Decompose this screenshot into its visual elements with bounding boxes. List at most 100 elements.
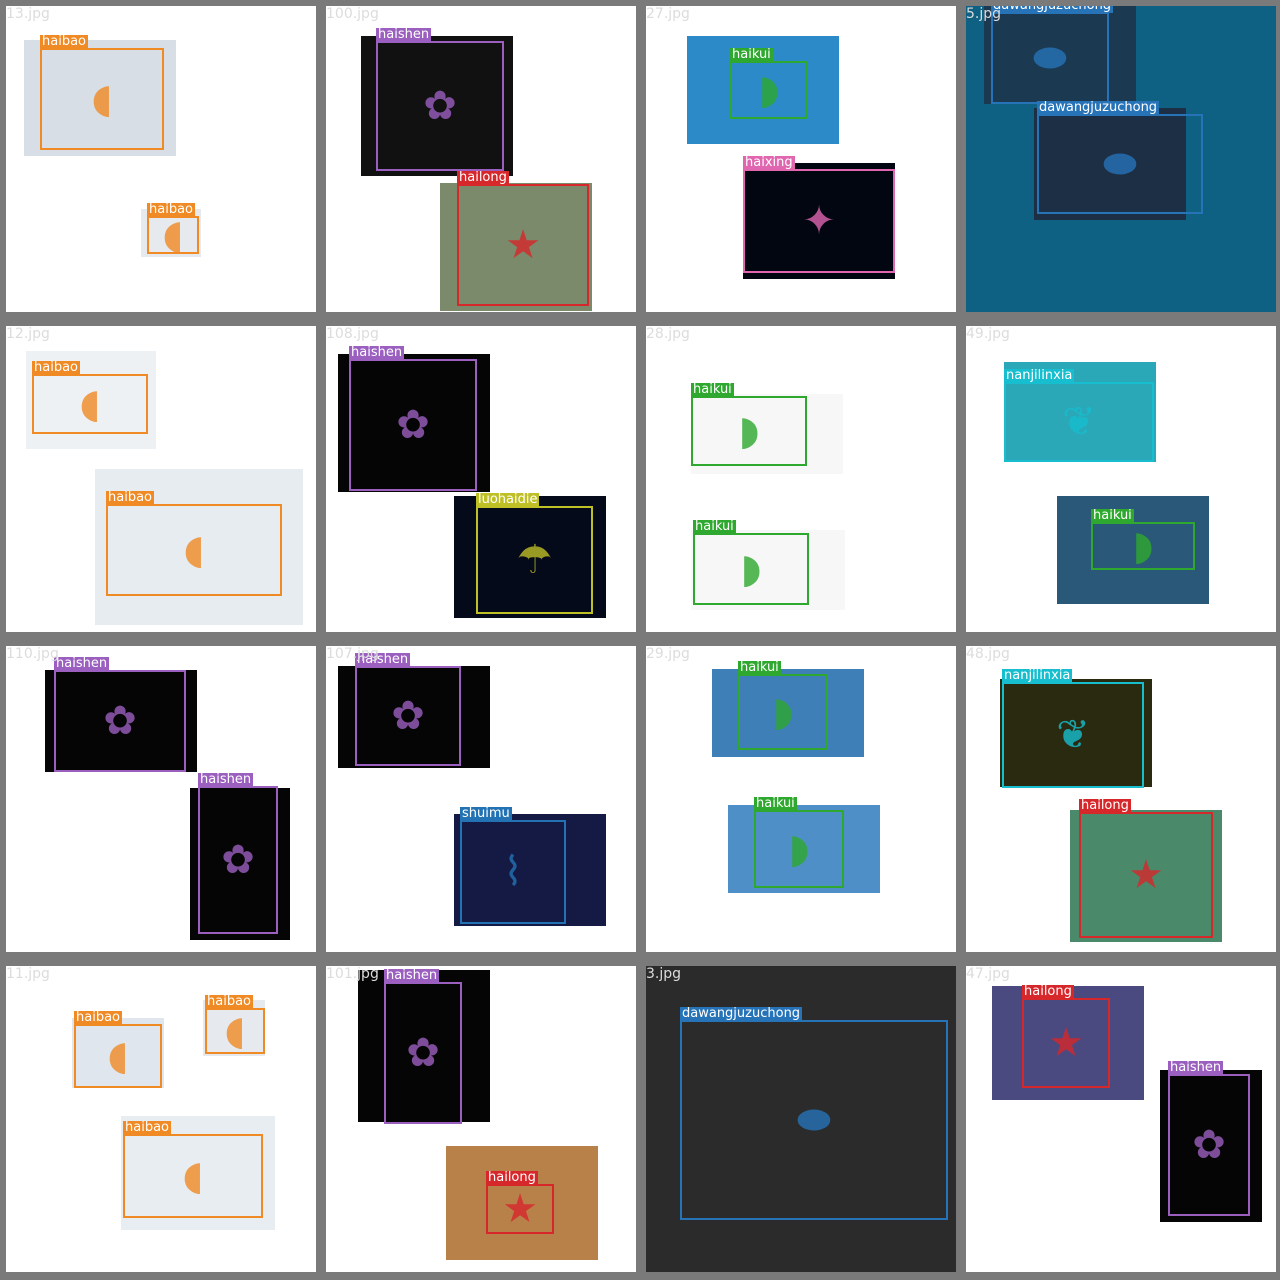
mosaic-tile: 13.jpg ◖ haibao ◖ haibao xyxy=(6,6,316,312)
class-label: hailong xyxy=(457,170,509,185)
class-label: haikui xyxy=(1091,508,1134,523)
bounding-box: ⌇ shuimu xyxy=(460,807,566,924)
tile-filename: 48.jpg xyxy=(966,646,1010,662)
class-label: hailong xyxy=(1022,984,1074,999)
class-label: haikui xyxy=(693,519,736,534)
mosaic-tile: 100.jpg ✿ haishen ★ hailong xyxy=(326,6,636,312)
bounding-box: ☂ luohaidie xyxy=(476,493,593,614)
mosaic-tile: 27.jpg ◗ haikui ✦ haixing xyxy=(646,6,956,312)
tile-filename: 107.jpg xyxy=(326,646,379,662)
bounding-box: ✿ haishen xyxy=(1168,1061,1250,1216)
class-label: luohaidie xyxy=(476,492,540,507)
bounding-box: ◖ haibao xyxy=(123,1121,263,1218)
bounding-box: ✿ haishen xyxy=(349,346,477,491)
haishen-icon: ✿ xyxy=(103,698,137,744)
bounding-box: ◗ haikui xyxy=(730,48,808,119)
class-label: haibao xyxy=(40,34,88,49)
class-label: haishen xyxy=(384,968,440,983)
class-label: haikui xyxy=(691,382,734,397)
mosaic-tile: 28.jpg ◗ haikui ◗ haikui xyxy=(646,326,956,632)
hailong-icon: ★ xyxy=(1128,852,1164,898)
bounding-box: ◖ haibao xyxy=(205,995,265,1054)
haikui-icon: ◗ xyxy=(1132,523,1154,569)
mosaic-tile: 12.jpg ◖ haibao ◖ haibao xyxy=(6,326,316,632)
mosaic-tile: 101.jpg ✿ haishen ★ hailong xyxy=(326,966,636,1272)
class-label: haibao xyxy=(123,1120,171,1135)
haikui-icon: ◗ xyxy=(738,408,760,454)
class-label: haibao xyxy=(32,360,80,375)
haishen-icon: ✿ xyxy=(406,1030,440,1076)
hailong-icon: ★ xyxy=(1048,1020,1084,1066)
haishen-icon: ✿ xyxy=(1192,1122,1226,1168)
hailong-icon: ★ xyxy=(502,1186,538,1232)
class-label: dawangjuzuchong xyxy=(680,1006,803,1021)
mosaic-tile: 48.jpg ❦ nanjilinxia ★ hailong xyxy=(966,646,1276,952)
haikui-icon: ◗ xyxy=(788,826,810,872)
bounding-box: ◖ haibao xyxy=(40,35,164,150)
luohaidie-icon: ☂ xyxy=(516,537,553,583)
bounding-box: ✦ haixing xyxy=(743,156,895,273)
haibao-icon: ◖ xyxy=(182,1153,204,1199)
tile-filename: 13.jpg xyxy=(6,6,50,22)
tile-filename: 28.jpg xyxy=(646,326,690,342)
bounding-box: ◖ haibao xyxy=(106,491,282,596)
bounding-box: ◗ haikui xyxy=(1091,509,1195,570)
haibao-icon: ◖ xyxy=(224,1008,246,1054)
bounding-box: ❦ nanjilinxia xyxy=(1004,369,1154,462)
mosaic-tile: 47.jpg ★ hailong ✿ haishen xyxy=(966,966,1276,1272)
bounding-box: ◗ haikui xyxy=(754,797,844,888)
haibao-icon: ◖ xyxy=(162,212,184,258)
tile-filename: 29.jpg xyxy=(646,646,690,662)
hailong-icon: ★ xyxy=(505,222,541,268)
bounding-box: ⬬ dawangjuzuchong xyxy=(680,1007,948,1220)
class-label: haikui xyxy=(738,660,781,675)
bounding-box: ◖ haibao xyxy=(32,361,148,434)
bounding-box: ◖ haibao xyxy=(74,1011,162,1088)
bounding-box: ✿ haishen xyxy=(384,969,462,1124)
class-label: nanjilinxia xyxy=(1004,368,1075,383)
tile-filename: 47.jpg xyxy=(966,966,1010,982)
class-label: shuimu xyxy=(460,806,512,821)
bounding-box: ✿ haishen xyxy=(198,773,278,934)
bounding-box: ✿ haishen xyxy=(54,657,186,772)
haibao-icon: ◖ xyxy=(107,1033,129,1079)
haibao-icon: ◖ xyxy=(91,76,113,122)
tile-filename: 108.jpg xyxy=(326,326,379,342)
bounding-box: ◗ haikui xyxy=(691,383,807,466)
dawangjuzuchong-icon: ⬬ xyxy=(796,1097,832,1143)
class-label: haibao xyxy=(106,490,154,505)
mosaic-tile: 3.jpg ⬬ dawangjuzuchong xyxy=(646,966,956,1272)
tile-filename: 5.jpg xyxy=(966,6,1002,22)
mosaic-tile: 29.jpg ◗ haikui ◗ haikui xyxy=(646,646,956,952)
class-label: dawangjuzuchong xyxy=(1037,100,1160,115)
tile-filename: 12.jpg xyxy=(6,326,50,342)
bounding-box: ✿ haishen xyxy=(376,28,504,171)
mosaic-tile: 108.jpg ✿ haishen ☂ luohaidie xyxy=(326,326,636,632)
haishen-icon: ✿ xyxy=(396,402,430,448)
bounding-box: ★ hailong xyxy=(1022,985,1110,1088)
bounding-box: ⬬ dawangjuzuchong xyxy=(991,6,1114,104)
mosaic-tile: 110.jpg ✿ haishen ✿ haishen xyxy=(6,646,316,952)
haikui-icon: ◗ xyxy=(772,689,794,735)
class-label: haishen xyxy=(376,27,432,42)
class-label: haikui xyxy=(730,47,773,62)
haikui-icon: ◗ xyxy=(740,546,762,592)
haishen-icon: ✿ xyxy=(391,693,425,739)
bounding-box: ◗ haikui xyxy=(738,661,828,750)
bounding-box: ❦ nanjilinxia xyxy=(1002,669,1144,788)
tile-filename: 3.jpg xyxy=(646,966,682,982)
mosaic-tile: 5.jpg ⬬ dawangjuzuchong ⬬ dawangjuzuchong xyxy=(966,6,1276,312)
bounding-box: ◖ haibao xyxy=(147,203,199,258)
bounding-box: ★ hailong xyxy=(486,1171,554,1234)
haixing-icon: ✦ xyxy=(802,198,836,244)
class-label: haishen xyxy=(54,656,110,671)
nanjilinxia-icon: ❦ xyxy=(1062,399,1096,445)
bounding-box: ◗ haikui xyxy=(693,520,809,605)
bounding-box: ⬬ dawangjuzuchong xyxy=(1037,101,1203,214)
class-label: haibao xyxy=(74,1010,122,1025)
class-label: nanjilinxia xyxy=(1002,668,1073,683)
nanjilinxia-icon: ❦ xyxy=(1056,712,1090,758)
class-label: haishen xyxy=(349,345,405,360)
tile-filename: 27.jpg xyxy=(646,6,690,22)
bounding-box: ★ hailong xyxy=(457,171,589,306)
